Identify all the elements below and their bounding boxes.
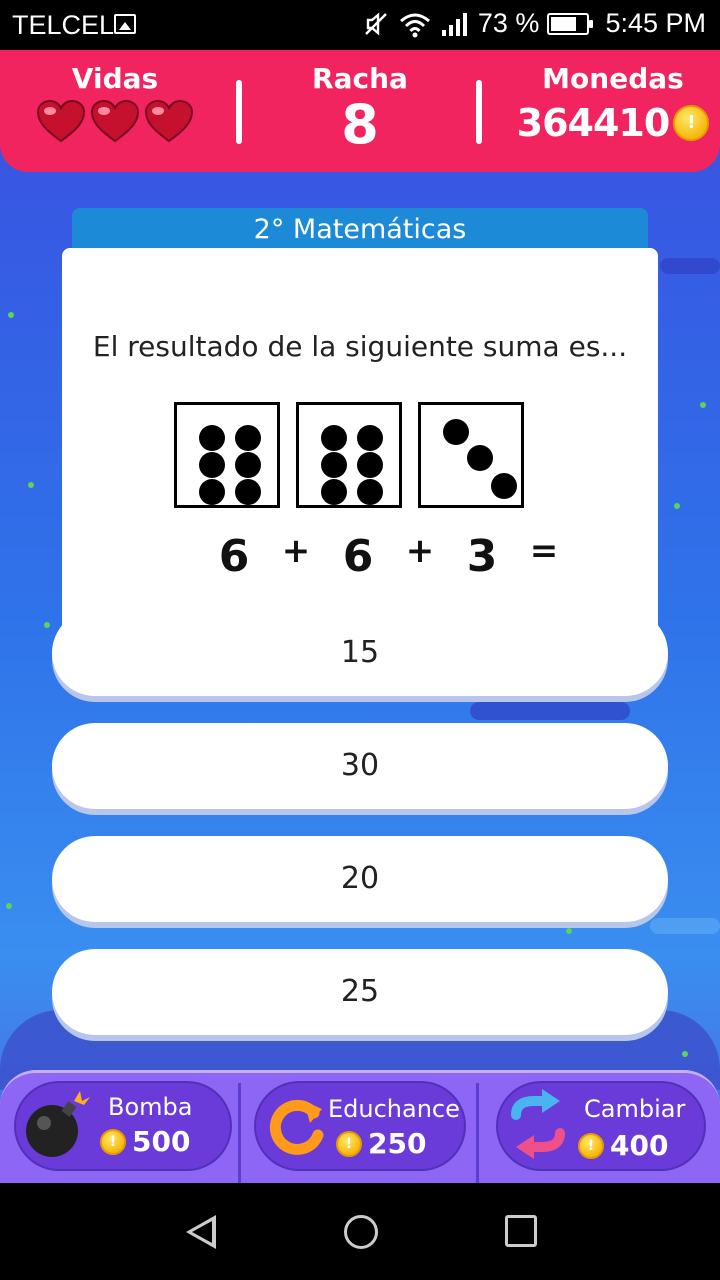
die-pip (321, 479, 347, 505)
die-pip (199, 479, 225, 505)
home-icon[interactable] (344, 1215, 378, 1249)
decor-dot (6, 903, 12, 909)
educhance-powerup-button[interactable]: Educhance ! 250 (254, 1081, 466, 1171)
die-2 (296, 402, 402, 508)
swap-powerup-button[interactable]: Cambiar ! 400 (496, 1081, 706, 1171)
coin-icon: ! (336, 1130, 362, 1157)
equation-operator: + (281, 531, 311, 571)
die-pip (235, 479, 261, 505)
die-pip (321, 452, 347, 478)
recent-apps-icon[interactable] (505, 1215, 537, 1247)
game-screen: Vidas Racha 8 Monedas 364410 ! 2° Matemá… (0, 50, 720, 1183)
clock: 5:45 PM (605, 8, 706, 38)
header-divider (476, 80, 482, 144)
die-pip (357, 452, 383, 478)
swap-label: Cambiar (584, 1095, 686, 1123)
coins-label: Monedas (542, 62, 684, 95)
bomb-label: Bomba (108, 1093, 193, 1121)
die-pip (235, 425, 261, 451)
decor-dot (674, 503, 680, 509)
equation-number: 3 (466, 531, 498, 582)
dice-row (174, 402, 524, 508)
stats-header: Vidas Racha 8 Monedas 364410 ! (0, 50, 720, 172)
lives-panel: Vidas (30, 62, 200, 143)
die-pip (199, 425, 225, 451)
coins-value: 364410 (516, 101, 671, 145)
bomb-cost: 500 (132, 1125, 191, 1158)
die-pip (357, 425, 383, 451)
die-pip (235, 452, 261, 478)
answer-option-2[interactable]: 30 (52, 723, 668, 809)
decor-dot (44, 622, 50, 628)
header-divider (236, 80, 242, 144)
lives-label: Vidas (71, 62, 159, 95)
die-3 (418, 402, 524, 508)
powerup-divider (238, 1083, 241, 1183)
coin-icon: ! (673, 105, 710, 141)
question-text: El resultado de la siguiente suma es... (92, 330, 628, 363)
decor-dot (28, 482, 34, 488)
status-bar: TELCEL 73 % 5:45 PM (0, 0, 720, 50)
background-cloud (660, 258, 720, 274)
equation-number: 6 (342, 531, 374, 582)
swap-icon (511, 1089, 565, 1159)
die-pip (199, 452, 225, 478)
background-cloud (650, 918, 720, 934)
image-notification-icon (114, 14, 136, 34)
heart-icon (90, 99, 140, 143)
wifi-icon (399, 13, 430, 37)
equation-operator: + (405, 531, 435, 571)
equation: 6 +6 +3 = (202, 531, 574, 582)
educhance-label: Educhance (328, 1095, 460, 1123)
background-cloud (470, 702, 630, 720)
die-pip (467, 445, 493, 471)
powerup-bar: Bomba ! 500 Educhance ! 250 Cambiar ! 40… (0, 1070, 720, 1183)
decor-dot (700, 402, 706, 408)
coin-icon: ! (578, 1132, 604, 1159)
heart-icon (36, 99, 86, 143)
die-1 (174, 402, 280, 508)
mute-icon (365, 11, 387, 36)
decor-dot (682, 1051, 688, 1057)
bomb-powerup-button[interactable]: Bomba ! 500 (14, 1081, 232, 1171)
refresh-icon (269, 1099, 324, 1155)
back-icon[interactable] (186, 1215, 216, 1249)
signal-icon (441, 12, 467, 36)
coin-icon: ! (100, 1128, 126, 1155)
decor-dot (566, 928, 572, 934)
heart-icon (144, 99, 194, 143)
bomb-icon (26, 1091, 90, 1157)
die-pip (443, 419, 469, 445)
answer-option-1[interactable]: 15 (52, 610, 668, 696)
coins-panel: Monedas 364410 ! (508, 62, 718, 145)
streak-value: 8 (341, 93, 379, 156)
streak-label: Racha (312, 62, 408, 95)
answer-option-3[interactable]: 20 (52, 836, 668, 922)
swap-cost: 400 (610, 1129, 669, 1162)
question-card: El resultado de la siguiente suma es... … (62, 248, 658, 636)
educhance-cost: 250 (368, 1127, 427, 1160)
die-pip (321, 425, 347, 451)
powerup-divider (476, 1083, 479, 1183)
navigation-bar (0, 1183, 720, 1280)
carrier-name: TELCEL (12, 10, 115, 40)
streak-panel: Racha 8 (270, 62, 450, 156)
lives-hearts (30, 99, 200, 143)
answer-option-4[interactable]: 25 (52, 949, 668, 1035)
equation-operator: = (529, 531, 559, 571)
battery-icon (547, 12, 594, 35)
die-pip (357, 479, 383, 505)
battery-percent: 73 % (477, 8, 540, 38)
equation-number: 6 (218, 531, 250, 582)
decor-dot (8, 312, 14, 318)
die-pip (491, 473, 517, 499)
